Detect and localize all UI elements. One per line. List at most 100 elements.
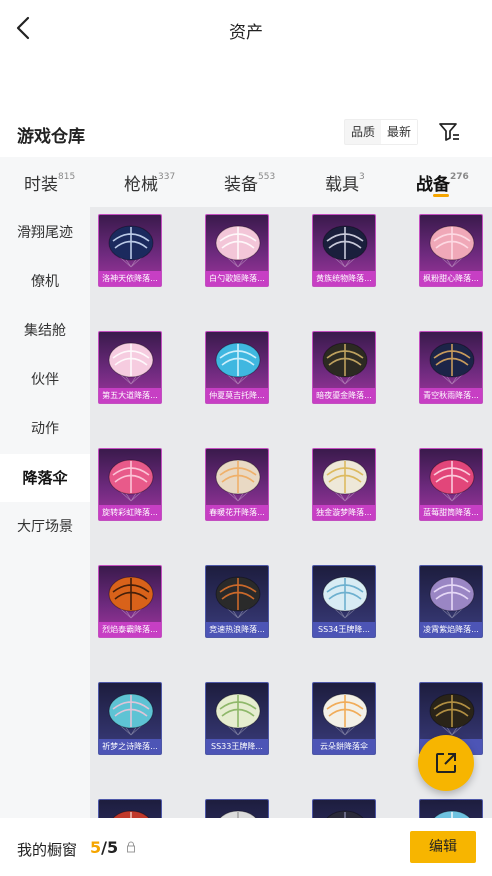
parachute-card[interactable]: SS33王牌降... bbox=[205, 682, 269, 755]
tab-battle-prep[interactable]: 战备276 bbox=[416, 170, 469, 195]
parachute-icon bbox=[322, 693, 368, 736]
top-bar: 资产 bbox=[0, 0, 492, 58]
parachute-card[interactable]: 枫粉甜心降落... bbox=[419, 214, 483, 287]
showcase-count: 5/5 bbox=[90, 838, 118, 857]
parachute-name: 烈焰泰霸降落... bbox=[99, 622, 161, 637]
parachute-name: SS34王牌降... bbox=[313, 622, 375, 637]
parachute-card[interactable]: 白勺歌姬降落... bbox=[205, 214, 269, 287]
parachute-icon bbox=[429, 342, 475, 385]
parachute-name: 第五大道降落... bbox=[99, 388, 161, 403]
parachute-icon bbox=[322, 225, 368, 268]
page-title: 资产 bbox=[229, 23, 263, 43]
parachute-icon bbox=[108, 342, 154, 385]
sidebar-item-glide-trail[interactable]: 滑翔尾迹 bbox=[0, 209, 90, 257]
sort-toggle: 品质 最新 bbox=[344, 119, 419, 145]
parachute-name: 祈梦之诗降落... bbox=[99, 739, 161, 754]
tab-count: 276 bbox=[450, 172, 469, 183]
parachute-icon bbox=[215, 693, 261, 736]
showcase-total: 5 bbox=[106, 838, 119, 857]
tab-label: 时装 bbox=[24, 175, 58, 195]
parachute-name: 青空秋雨降落... bbox=[420, 388, 482, 403]
sidebar-item-partner[interactable]: 伙伴 bbox=[0, 356, 90, 404]
parachute-name: 凌霄紫焰降落... bbox=[420, 622, 482, 637]
sidebar-item-emote[interactable]: 动作 bbox=[0, 405, 90, 453]
tab-guns[interactable]: 枪械337 bbox=[124, 170, 175, 195]
parachute-card[interactable]: 第五大道降落... bbox=[98, 331, 162, 404]
parachute-icon bbox=[429, 225, 475, 268]
parachute-icon bbox=[429, 576, 475, 619]
parachute-icon bbox=[108, 225, 154, 268]
parachute-card[interactable] bbox=[312, 799, 376, 818]
parachute-name: 白勺歌姬降落... bbox=[206, 271, 268, 286]
tab-label: 枪械 bbox=[124, 175, 158, 195]
sidebar-item-parachute[interactable]: 降落伞 bbox=[0, 454, 90, 502]
parachute-name: 仲夏莫吉托降... bbox=[206, 388, 268, 403]
parachute-card[interactable]: 洛神天依降落... bbox=[98, 214, 162, 287]
parachute-card[interactable]: 独金漩梦降落... bbox=[312, 448, 376, 521]
parachute-icon bbox=[215, 459, 261, 502]
parachute-icon bbox=[108, 693, 154, 736]
parachute-card[interactable]: 云朵餅降落伞 bbox=[312, 682, 376, 755]
tab-vehicles[interactable]: 载具3 bbox=[325, 170, 365, 195]
tab-equipment[interactable]: 装备553 bbox=[224, 170, 275, 195]
share-button[interactable] bbox=[418, 735, 474, 791]
parachute-icon bbox=[215, 342, 261, 385]
filter-icon[interactable] bbox=[437, 120, 461, 144]
tab-count: 815 bbox=[58, 172, 76, 183]
parachute-card[interactable]: 旋转彩虹降落... bbox=[98, 448, 162, 521]
parachute-icon bbox=[108, 459, 154, 502]
parachute-card[interactable]: 凌霄紫焰降落... bbox=[419, 565, 483, 638]
sidebar-item-rally-pod[interactable]: 集结舱 bbox=[0, 307, 90, 355]
showcase-bar: 我的橱窗 5/5 编辑 bbox=[0, 818, 492, 876]
sidebar-item-wingman[interactable]: 僚机 bbox=[0, 258, 90, 306]
parachute-card[interactable] bbox=[419, 799, 483, 818]
parachute-card[interactable]: 烈焰泰霸降落... bbox=[98, 565, 162, 638]
edit-button[interactable]: 编辑 bbox=[410, 831, 476, 863]
parachute-card[interactable]: 竞速热浪降落... bbox=[205, 565, 269, 638]
parachute-card[interactable]: 春暖花开降落... bbox=[205, 448, 269, 521]
item-grid: 洛神天依降落... 白勺歌姬降落... 黄族统物降落... 枫粉甜心降落... 第五大道… bbox=[90, 207, 492, 818]
parachute-name: 春暖花开降落... bbox=[206, 505, 268, 520]
active-tab-indicator bbox=[433, 194, 449, 197]
tab-label: 载具 bbox=[325, 175, 359, 195]
parachute-card[interactable]: 祈梦之诗降落... bbox=[98, 682, 162, 755]
parachute-card[interactable]: 黄族统物降落... bbox=[312, 214, 376, 287]
showcase-label: 我的橱窗 bbox=[17, 841, 78, 859]
sidebar: 滑翔尾迹 僚机 集结舱 伙伴 动作 降落伞 大厅场景 bbox=[0, 207, 90, 818]
parachute-name: 暗夜鎏金降落... bbox=[313, 388, 375, 403]
category-tabs: 时装815 枪械337 装备553 载具3 战备276 bbox=[0, 157, 492, 207]
parachute-icon bbox=[322, 342, 368, 385]
parachute-name: 竞速热浪降落... bbox=[206, 622, 268, 637]
parachute-card[interactable]: 仲夏莫吉托降... bbox=[205, 331, 269, 404]
parachute-name: 蓝莓甜筒降落... bbox=[420, 505, 482, 520]
parachute-icon bbox=[326, 810, 364, 818]
section-title: 游戏仓库 bbox=[17, 127, 85, 147]
parachute-icon bbox=[219, 810, 257, 818]
parachute-card[interactable]: 暗夜鎏金降落... bbox=[312, 331, 376, 404]
sort-option-quality[interactable]: 品质 bbox=[345, 120, 381, 144]
parachute-card[interactable]: SS34王牌降... bbox=[312, 565, 376, 638]
parachute-name: 黄族统物降落... bbox=[313, 271, 375, 286]
parachute-name: SS33王牌降... bbox=[206, 739, 268, 754]
tab-count: 553 bbox=[258, 172, 276, 183]
parachute-icon bbox=[215, 225, 261, 268]
tab-fashion[interactable]: 时装815 bbox=[24, 170, 75, 195]
parachute-card[interactable] bbox=[98, 799, 162, 818]
sidebar-item-lobby-scene[interactable]: 大厅场景 bbox=[0, 503, 90, 551]
tab-label: 装备 bbox=[224, 175, 258, 195]
tab-count: 337 bbox=[158, 172, 176, 183]
showcase-current: 5 bbox=[90, 838, 102, 857]
parachute-icon bbox=[112, 810, 150, 818]
parachute-name: 旋转彩虹降落... bbox=[99, 505, 161, 520]
parachute-card[interactable] bbox=[205, 799, 269, 818]
lock-icon bbox=[127, 841, 135, 853]
parachute-icon bbox=[429, 693, 475, 736]
parachute-icon bbox=[433, 810, 471, 818]
sort-option-newest[interactable]: 最新 bbox=[381, 120, 418, 144]
parachute-card[interactable]: 青空秋雨降落... bbox=[419, 331, 483, 404]
parachute-icon bbox=[215, 576, 261, 619]
parachute-card[interactable]: 蓝莓甜筒降落... bbox=[419, 448, 483, 521]
tab-count: 3 bbox=[359, 172, 365, 183]
parachute-icon bbox=[108, 576, 154, 619]
parachute-icon bbox=[322, 459, 368, 502]
